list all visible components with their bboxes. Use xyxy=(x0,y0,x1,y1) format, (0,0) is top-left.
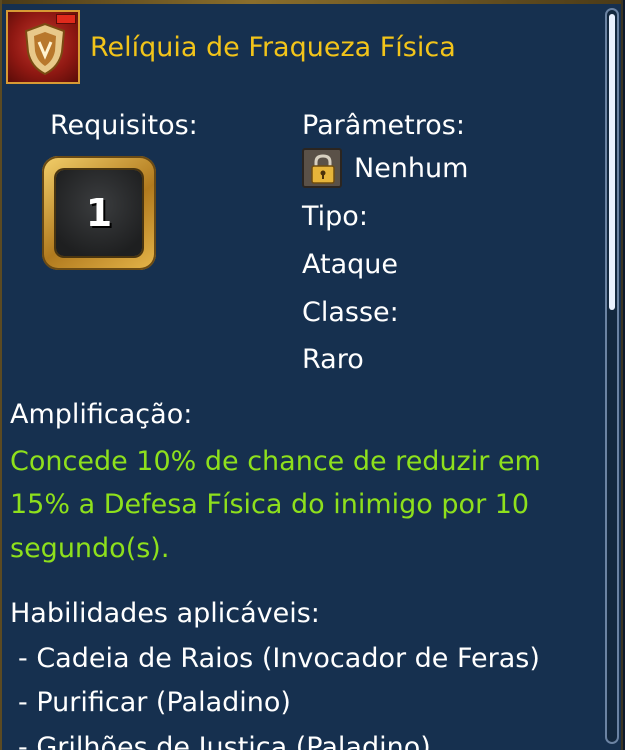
class-value: Raro xyxy=(302,344,364,375)
skill-item: - Grilhões de Justiça (Paladino) xyxy=(18,732,431,750)
type-label: Tipo: xyxy=(302,201,368,232)
vertical-scrollbar[interactable] xyxy=(605,8,619,744)
type-value: Ataque xyxy=(302,249,398,280)
parameters-label: Parâmetros: xyxy=(302,110,465,141)
amplification-line: 15% a Defesa Física do inimigo por 10 xyxy=(10,489,530,520)
requirements-label: Requisitos: xyxy=(50,110,198,141)
amplification-line: Concede 10% de chance de reduzir em xyxy=(10,446,541,477)
item-title: Relíquia de Fraqueza Física xyxy=(90,32,456,63)
level-requirement-value: 1 xyxy=(56,170,142,256)
skill-item: - Purificar (Paladino) xyxy=(18,687,291,718)
skill-item: - Cadeia de Raios (Invocador de Feras) xyxy=(18,643,540,674)
amplification-label: Amplificação: xyxy=(10,399,193,430)
padlock-icon xyxy=(302,148,342,188)
shield-relic-icon xyxy=(6,10,80,84)
item-tooltip-panel: Relíquia de Fraqueza Física Requisitos: … xyxy=(0,0,623,750)
level-requirement-frame: 1 xyxy=(42,156,156,270)
parameters-value: Nenhum xyxy=(354,153,469,184)
panel-top-border xyxy=(2,0,621,4)
skills-label: Habilidades aplicáveis: xyxy=(10,598,320,629)
class-label: Classe: xyxy=(302,297,399,328)
amplification-line: segundo(s). xyxy=(10,533,170,564)
scrollbar-thumb[interactable] xyxy=(609,14,615,310)
